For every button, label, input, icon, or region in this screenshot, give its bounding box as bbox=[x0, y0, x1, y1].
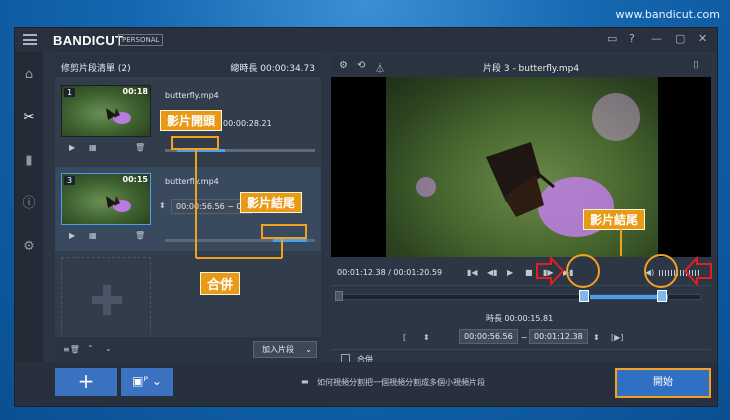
hint-link[interactable]: 如何視頻分割把一個視頻分割成多個小視頻片段 bbox=[317, 377, 485, 388]
watermark-text: www.bandicut.com bbox=[615, 8, 720, 21]
callout-video-start: 影片開頭 bbox=[160, 110, 223, 131]
gear-icon[interactable]: ⚙ bbox=[339, 60, 348, 71]
flip-icon[interactable]: ⏃ bbox=[375, 60, 385, 75]
delete-icon[interactable]: 🗑 bbox=[135, 143, 145, 152]
set-start-icon[interactable]: [ bbox=[403, 333, 406, 342]
clip-number: 3 bbox=[64, 176, 76, 185]
timeline-annotations bbox=[536, 228, 712, 288]
video-icon[interactable]: ▮ bbox=[21, 153, 37, 169]
home-icon[interactable]: ⌂ bbox=[21, 67, 37, 83]
delete-icon[interactable]: 🗑 bbox=[135, 231, 145, 240]
clip-filename: butterfly.mp4 bbox=[165, 91, 219, 100]
start-time-field[interactable]: 00:00:56.56 bbox=[459, 329, 518, 344]
close-icon[interactable]: ✕ bbox=[698, 32, 707, 45]
end-spin-icon[interactable]: ⬍ bbox=[593, 333, 600, 342]
chevron-up-icon[interactable]: ⌃ bbox=[87, 344, 94, 353]
app-logo: BANDICUT bbox=[53, 33, 124, 48]
maximize-icon[interactable]: ▢ bbox=[675, 32, 685, 45]
add-clip-placeholder[interactable] bbox=[61, 257, 151, 343]
current-time: 00:01:12.38 / 00:01:20.59 bbox=[337, 268, 443, 277]
play-icon[interactable]: ▶ bbox=[69, 231, 75, 240]
add-segment-label: 加入片段 bbox=[262, 345, 294, 354]
info-icon[interactable]: ⓘ bbox=[21, 196, 37, 212]
time-separator: ~ bbox=[521, 333, 528, 342]
bottom-bar: + ▣ᴾ ⌄ ▬ 如何視頻分割把一個視頻分割成多個小視頻片段 bbox=[15, 362, 717, 406]
clip-list-toolbar: ≡🗑 ⌃ ⌄ 加入片段 ⌄ bbox=[55, 337, 321, 362]
add-segment-button[interactable]: 加入片段 ⌄ bbox=[253, 341, 317, 358]
play-icon[interactable]: ▶ bbox=[69, 143, 75, 152]
merge-connector-lines bbox=[195, 150, 283, 259]
clip-thumbnail: 1 00:18 bbox=[61, 85, 151, 137]
preview-header: ⚙ ⟲ ⏃ 片段 3 - butterfly.mp4 ⌷ bbox=[331, 55, 711, 77]
clip-duration: 00:18 bbox=[122, 87, 148, 96]
set-end-icon[interactable]: [▶] bbox=[611, 333, 623, 342]
clip-time: 00:00:28.21 bbox=[223, 119, 272, 128]
rotate-icon[interactable]: ⟲ bbox=[357, 60, 365, 71]
clip-duration: 00:15 bbox=[122, 175, 148, 184]
chevron-down-icon[interactable]: ⌄ bbox=[105, 344, 112, 353]
segment-duration: 時長 00:00:15.81 bbox=[486, 314, 554, 323]
start-button[interactable]: 開始 bbox=[615, 368, 711, 398]
folder-icon[interactable]: ▭ bbox=[607, 32, 617, 45]
step-back-icon[interactable]: ◀▮ bbox=[487, 268, 498, 277]
list-delete-icon[interactable]: ≡🗑 bbox=[63, 345, 80, 354]
menu-icon[interactable] bbox=[23, 34, 37, 45]
minimize-icon[interactable]: — bbox=[651, 32, 662, 45]
play-icon[interactable]: ▶ bbox=[507, 268, 513, 277]
chat-icon: ▬ bbox=[301, 377, 309, 386]
camera-icon[interactable]: ⌷ bbox=[693, 60, 699, 71]
app-window: BANDICUT PERSONAL ▭ ? — ▢ ✕ ⌂ ✂ ▮ ⓘ ⚙ ◉ … bbox=[14, 27, 718, 407]
total-duration: 總時長 00:00:34.73 bbox=[230, 64, 315, 74]
title-bar: BANDICUT PERSONAL ▭ ? — ▢ ✕ bbox=[15, 28, 717, 52]
cut-icon[interactable]: ✂ bbox=[21, 110, 37, 126]
start-spin-icon[interactable]: ⬍ bbox=[423, 333, 430, 342]
butterfly-image bbox=[106, 196, 131, 212]
clip-list-header: 修剪片段清單 (2) 總時長 00:00:34.73 bbox=[55, 55, 321, 77]
butterfly-image bbox=[106, 108, 131, 124]
output-format-button[interactable]: ▣ᴾ ⌄ bbox=[121, 368, 173, 396]
clip-list-title: 修剪片段清單 (2) bbox=[61, 64, 131, 74]
grid-icon[interactable]: ▦ bbox=[89, 231, 97, 240]
settings-icon[interactable]: ⚙ bbox=[21, 239, 37, 255]
spin-icon[interactable]: ⬍ bbox=[159, 201, 166, 210]
edition-badge: PERSONAL bbox=[118, 34, 164, 46]
callout-video-end-right: 影片結尾 bbox=[583, 209, 646, 230]
preview-panel: ⚙ ⟲ ⏃ 片段 3 - butterfly.mp4 ⌷ 00:01:12.38… bbox=[331, 55, 711, 364]
grid-icon[interactable]: ▦ bbox=[89, 143, 97, 152]
add-file-button[interactable]: + bbox=[55, 368, 117, 396]
help-icon[interactable]: ? bbox=[629, 32, 635, 45]
clip-thumbnail: 3 00:15 bbox=[61, 173, 151, 225]
timeline-left-handle[interactable] bbox=[335, 291, 343, 301]
clip-number: 1 bbox=[64, 88, 76, 97]
end-time-field[interactable]: 00:01:12.38 bbox=[529, 329, 588, 344]
prev-segment-icon[interactable]: ▮◀ bbox=[467, 268, 478, 277]
preview-title: 片段 3 - butterfly.mp4 bbox=[483, 64, 580, 74]
sidebar: ⌂ ✂ ▮ ⓘ ⚙ ◉ bbox=[15, 52, 43, 385]
dropdown-icon: ⌄ bbox=[305, 345, 312, 354]
